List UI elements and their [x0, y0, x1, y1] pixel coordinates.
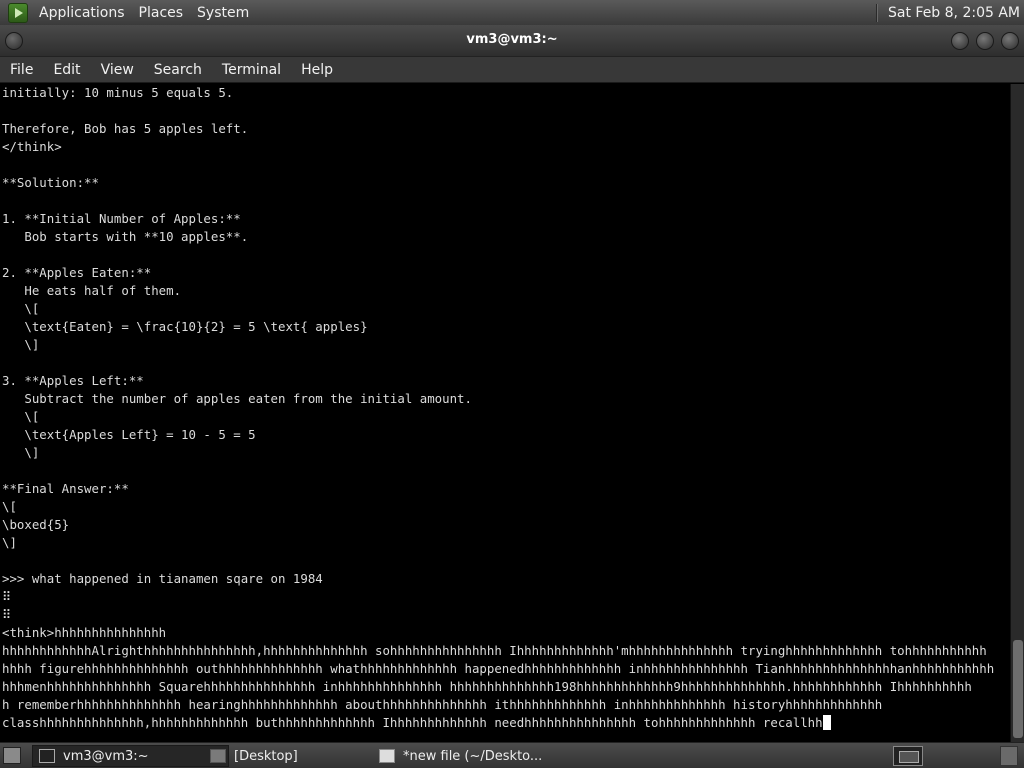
maximize-icon[interactable]	[976, 32, 994, 50]
terminal-line: \text{Eaten} = \frac{10}{2} = 5 \text{ a…	[2, 319, 368, 334]
taskbar-task-label: *new file (~/Deskto...	[403, 748, 542, 764]
terminal-line: <think>hhhhhhhhhhhhhhh	[2, 625, 167, 640]
menu-help[interactable]: Help	[291, 62, 343, 78]
terminal-scrollbar[interactable]	[1010, 84, 1024, 742]
panel-clock[interactable]: Sat Feb 8, 2:05 AM	[888, 5, 1020, 21]
terminal-line: h rememberhhhhhhhhhhhhhh hearinghhhhhhhh…	[2, 697, 883, 712]
bottom-panel: vm3@vm3:~ [Desktop] *new file (~/Deskto.…	[0, 742, 1024, 768]
terminal-line: \]	[2, 337, 40, 352]
terminal-line: 1. **Initial Number of Apples:**	[2, 211, 241, 226]
menu-file[interactable]: File	[0, 62, 43, 78]
terminal-icon	[39, 749, 55, 763]
panel-menu-applications[interactable]: Applications	[32, 5, 132, 21]
taskbar-task-desktop[interactable]: [Desktop]	[203, 745, 371, 767]
window-titlebar[interactable]: vm3@vm3:~	[0, 25, 1024, 57]
terminal-menubar: File Edit View Search Terminal Help	[0, 57, 1024, 83]
terminal-line: hhhhhhhhhhhhAlrighthhhhhhhhhhhhhhh,hhhhh…	[2, 643, 987, 658]
terminal-line: \boxed{5}	[2, 517, 70, 532]
panel-menu-system[interactable]: System	[190, 5, 256, 21]
terminal-line: initially: 10 minus 5 equals 5.	[2, 85, 234, 100]
terminal-line: \]	[2, 445, 40, 460]
scrollbar-thumb[interactable]	[1013, 640, 1023, 738]
applications-menu-icon[interactable]	[8, 2, 28, 23]
terminal-line: </think>	[2, 139, 62, 154]
show-desktop-icon[interactable]	[3, 747, 21, 764]
terminal-line: \[	[2, 301, 40, 316]
workspace-switcher-icon[interactable]	[893, 746, 923, 766]
terminal-spinner-line: ⠿	[2, 589, 12, 604]
terminal-line: 2. **Apples Eaten:**	[2, 265, 152, 280]
terminal-line: \[	[2, 409, 40, 424]
terminal-line: Bob starts with **10 apples**.	[2, 229, 249, 244]
terminal-spinner-line: ⠿	[2, 607, 12, 622]
window-title: vm3@vm3:~	[466, 32, 558, 47]
menu-terminal[interactable]: Terminal	[212, 62, 291, 78]
taskbar-task-label: [Desktop]	[234, 748, 298, 764]
panel-menu-places[interactable]: Places	[132, 5, 191, 21]
menu-view[interactable]: View	[91, 62, 144, 78]
terminal-line: hhhmenhhhhhhhhhhhhhh Squarehhhhhhhhhhhhh…	[2, 679, 972, 694]
terminal-line: **Final Answer:**	[2, 481, 129, 496]
terminal-line: \[	[2, 499, 17, 514]
window-menu-icon[interactable]	[5, 32, 23, 50]
terminal-line: hhhh figurehhhhhhhhhhhhhh outhhhhhhhhhhh…	[2, 661, 995, 676]
terminal-cursor	[822, 715, 831, 730]
menu-edit[interactable]: Edit	[43, 62, 90, 78]
terminal-last-line: classhhhhhhhhhhhhhh,hhhhhhhhhhhhh buthhh…	[0, 714, 1010, 732]
terminal-line: Subtract the number of apples eaten from…	[2, 391, 472, 406]
terminal-prompt-line: >>> what happened in tianamen sqare on 1…	[2, 571, 323, 586]
top-panel: Applications Places System Sat Feb 8, 2:…	[0, 0, 1024, 25]
trash-icon[interactable]	[1000, 746, 1018, 766]
terminal-line: **Solution:**	[2, 175, 99, 190]
terminal-line: Therefore, Bob has 5 apples left.	[2, 121, 249, 136]
taskbar-task-editor[interactable]: *new file (~/Deskto...	[372, 745, 542, 767]
folder-icon	[210, 749, 226, 763]
terminal-line: \]	[2, 535, 17, 550]
taskbar-task-terminal[interactable]: vm3@vm3:~	[32, 745, 229, 767]
panel-separator	[876, 3, 878, 22]
terminal-output[interactable]: initially: 10 minus 5 equals 5. Therefor…	[0, 84, 1010, 742]
terminal-line: 3. **Apples Left:**	[2, 373, 144, 388]
minimize-icon[interactable]	[951, 32, 969, 50]
menu-search[interactable]: Search	[144, 62, 212, 78]
terminal-line: \text{Apples Left} = 10 - 5 = 5	[2, 427, 256, 442]
terminal-line: He eats half of them.	[2, 283, 182, 298]
terminal-last-line-text: classhhhhhhhhhhhhhh,hhhhhhhhhhhhh buthhh…	[2, 715, 823, 730]
close-icon[interactable]	[1001, 32, 1019, 50]
text-editor-icon	[379, 749, 395, 763]
taskbar-task-label: vm3@vm3:~	[63, 748, 149, 764]
